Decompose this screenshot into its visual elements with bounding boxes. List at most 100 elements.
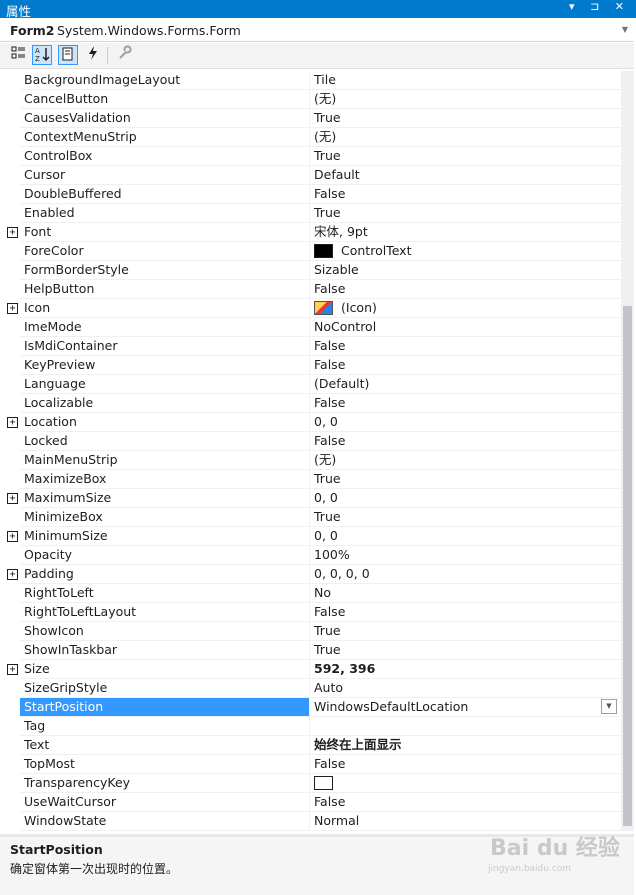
- property-value[interactable]: True: [311, 204, 621, 223]
- property-value[interactable]: False: [311, 356, 621, 375]
- property-name[interactable]: Text: [20, 736, 309, 755]
- property-value[interactable]: 0, 0: [311, 413, 621, 432]
- property-row[interactable]: + Padding 0, 0, 0, 0: [0, 565, 621, 584]
- property-name[interactable]: TopMost: [20, 755, 309, 774]
- property-name[interactable]: Localizable: [20, 394, 309, 413]
- property-name[interactable]: HelpButton: [20, 280, 309, 299]
- property-name[interactable]: Locked: [20, 432, 309, 451]
- property-value[interactable]: 0, 0: [311, 527, 621, 546]
- property-value[interactable]: False: [311, 603, 621, 622]
- property-value[interactable]: (Default): [311, 375, 621, 394]
- property-name[interactable]: Cursor: [20, 166, 309, 185]
- property-name[interactable]: ShowInTaskbar: [20, 641, 309, 660]
- property-name[interactable]: DoubleBuffered: [20, 185, 309, 204]
- property-row[interactable]: RightToLeft No: [0, 584, 621, 603]
- property-name[interactable]: ContextMenuStrip: [20, 128, 309, 147]
- property-name[interactable]: MainMenuStrip: [20, 451, 309, 470]
- expand-icon[interactable]: +: [7, 664, 18, 675]
- property-value[interactable]: True: [311, 641, 621, 660]
- property-value[interactable]: Default: [311, 166, 621, 185]
- expand-icon[interactable]: +: [7, 227, 18, 238]
- property-row[interactable]: Tag: [0, 717, 621, 736]
- property-value[interactable]: False: [311, 432, 621, 451]
- property-row[interactable]: WindowState Normal: [0, 812, 621, 831]
- property-row[interactable]: ShowIcon True: [0, 622, 621, 641]
- property-value[interactable]: False: [311, 280, 621, 299]
- property-value[interactable]: False: [311, 755, 621, 774]
- property-value[interactable]: [311, 717, 621, 736]
- property-row[interactable]: ControlBox True: [0, 147, 621, 166]
- property-name[interactable]: Location: [20, 413, 309, 432]
- property-value[interactable]: [311, 774, 621, 793]
- property-value[interactable]: 宋体, 9pt: [311, 223, 621, 242]
- property-value[interactable]: NoControl: [311, 318, 621, 337]
- property-row[interactable]: KeyPreview False: [0, 356, 621, 375]
- property-name[interactable]: Opacity: [20, 546, 309, 565]
- property-row[interactable]: Locked False: [0, 432, 621, 451]
- property-row[interactable]: + Location 0, 0: [0, 413, 621, 432]
- property-row[interactable]: ImeMode NoControl: [0, 318, 621, 337]
- property-row[interactable]: TopMost False: [0, 755, 621, 774]
- expand-icon[interactable]: +: [7, 493, 18, 504]
- property-value[interactable]: (Icon): [311, 299, 621, 318]
- property-value[interactable]: 0, 0, 0, 0: [311, 565, 621, 584]
- property-name[interactable]: StartPosition: [20, 698, 309, 717]
- property-value[interactable]: 0, 0: [311, 489, 621, 508]
- property-row[interactable]: BackgroundImageLayout Tile: [0, 71, 621, 90]
- property-name[interactable]: UseWaitCursor: [20, 793, 309, 812]
- property-row[interactable]: + Size 592, 396: [0, 660, 621, 679]
- property-name[interactable]: Tag: [20, 717, 309, 736]
- property-value[interactable]: 592, 396: [311, 660, 621, 679]
- property-row[interactable]: SizeGripStyle Auto: [0, 679, 621, 698]
- property-value[interactable]: False: [311, 337, 621, 356]
- property-name[interactable]: Enabled: [20, 204, 309, 223]
- property-name[interactable]: CancelButton: [20, 90, 309, 109]
- property-value[interactable]: True: [311, 508, 621, 527]
- property-name[interactable]: Size: [20, 660, 309, 679]
- property-row[interactable]: Opacity 100%: [0, 546, 621, 565]
- property-value[interactable]: True: [311, 109, 621, 128]
- property-name[interactable]: MinimumSize: [20, 527, 309, 546]
- property-name[interactable]: ShowIcon: [20, 622, 309, 641]
- property-value[interactable]: False: [311, 793, 621, 812]
- property-value[interactable]: Normal: [311, 812, 621, 831]
- property-name[interactable]: Font: [20, 223, 309, 242]
- property-value[interactable]: Auto: [311, 679, 621, 698]
- property-row[interactable]: RightToLeftLayout False: [0, 603, 621, 622]
- property-name[interactable]: ForeColor: [20, 242, 309, 261]
- property-row[interactable]: FormBorderStyle Sizable: [0, 261, 621, 280]
- property-row[interactable]: Language (Default): [0, 375, 621, 394]
- alphabetical-icon[interactable]: AZ: [32, 45, 52, 65]
- property-name[interactable]: ImeMode: [20, 318, 309, 337]
- property-name[interactable]: MaximizeBox: [20, 470, 309, 489]
- property-value[interactable]: True: [311, 147, 621, 166]
- property-name[interactable]: MinimizeBox: [20, 508, 309, 527]
- property-row[interactable]: ForeColor ControlText: [0, 242, 621, 261]
- property-row[interactable]: Cursor Default: [0, 166, 621, 185]
- lightning-icon[interactable]: [83, 45, 103, 65]
- property-name[interactable]: Language: [20, 375, 309, 394]
- property-name[interactable]: FormBorderStyle: [20, 261, 309, 280]
- property-row[interactable]: ContextMenuStrip (无): [0, 128, 621, 147]
- property-name[interactable]: KeyPreview: [20, 356, 309, 375]
- chevron-down-icon[interactable]: ▼: [601, 699, 617, 714]
- property-name[interactable]: WindowState: [20, 812, 309, 831]
- property-value[interactable]: ControlText: [311, 242, 621, 261]
- chevron-down-icon[interactable]: ▼: [622, 25, 628, 34]
- property-row[interactable]: MaximizeBox True: [0, 470, 621, 489]
- property-row[interactable]: HelpButton False: [0, 280, 621, 299]
- property-row[interactable]: CausesValidation True: [0, 109, 621, 128]
- categorized-icon[interactable]: [9, 45, 29, 65]
- property-name[interactable]: Padding: [20, 565, 309, 584]
- property-name[interactable]: RightToLeft: [20, 584, 309, 603]
- property-row[interactable]: Text 始终在上面显示: [0, 736, 621, 755]
- expand-icon[interactable]: +: [7, 569, 18, 580]
- property-row[interactable]: DoubleBuffered False: [0, 185, 621, 204]
- property-row[interactable]: CancelButton (无): [0, 90, 621, 109]
- property-name[interactable]: RightToLeftLayout: [20, 603, 309, 622]
- property-value[interactable]: False: [311, 185, 621, 204]
- property-value[interactable]: (无): [311, 90, 621, 109]
- property-name[interactable]: CausesValidation: [20, 109, 309, 128]
- property-row[interactable]: IsMdiContainer False: [0, 337, 621, 356]
- expand-icon[interactable]: +: [7, 531, 18, 542]
